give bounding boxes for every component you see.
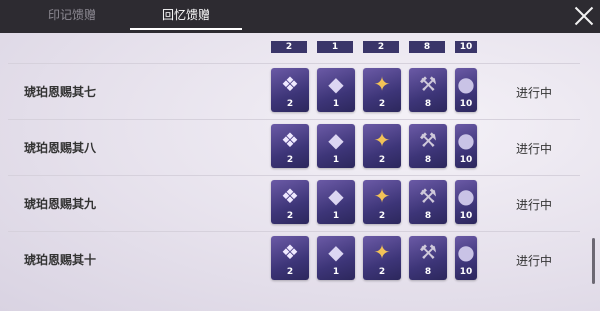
- reward-item[interactable]: ❖ 2: [271, 124, 309, 168]
- reward-item[interactable]: ● 10: [455, 124, 477, 168]
- crystal-gem-icon: ◆: [328, 128, 344, 152]
- item-count: 2: [378, 99, 386, 109]
- reward-item[interactable]: ✦ 2: [363, 180, 401, 224]
- gold-sparkle-icon: ✦: [373, 184, 391, 208]
- row-divider: [8, 63, 580, 64]
- status-label: 进行中: [516, 254, 553, 268]
- reward-item[interactable]: ⚒ 8: [409, 124, 447, 168]
- pickaxe-icon: ⚒: [419, 128, 437, 152]
- row-divider: [8, 175, 580, 176]
- reward-item[interactable]: ● 10: [455, 180, 477, 224]
- item-count: 10: [459, 99, 473, 109]
- reward-item[interactable]: ● 10: [455, 68, 477, 112]
- pickaxe-icon: ⚒: [419, 184, 437, 208]
- crystal-box-icon: ❖: [281, 240, 299, 264]
- item-count: 8: [424, 155, 432, 165]
- crystal-gem-icon: ◆: [328, 72, 344, 96]
- row-divider: [8, 231, 580, 232]
- reward-item[interactable]: ✦ 2: [363, 68, 401, 112]
- item-count: 8: [424, 99, 432, 109]
- crystal-gem-icon: ◆: [328, 240, 344, 264]
- orb-icon: ●: [457, 240, 475, 264]
- crystal-box-icon: ❖: [281, 128, 299, 152]
- status-label: 进行中: [516, 86, 553, 100]
- reward-row: 琥珀恩赐其八 ❖ 2 ◆ 1 ✦ 2 ⚒ 8 ● 10 进行中: [8, 119, 580, 175]
- gold-sparkle-icon: ✦: [373, 240, 391, 264]
- top-bar: 印记馈赠 回忆馈赠: [0, 0, 600, 33]
- scrollbar[interactable]: [592, 238, 595, 284]
- item-count: 8: [424, 211, 432, 221]
- item-count: 2: [271, 41, 307, 53]
- reward-item[interactable]: ◆ 1: [317, 68, 355, 112]
- reward-item[interactable]: ⚒ 8: [409, 68, 447, 112]
- reward-item[interactable]: ❖ 2: [271, 180, 309, 224]
- row-divider: [8, 119, 580, 120]
- item-count: 2: [286, 211, 294, 221]
- reward-item[interactable]: ✦ 2: [363, 236, 401, 280]
- item-count: 10: [459, 267, 473, 277]
- tab-imprint-gifts[interactable]: 印记馈赠: [14, 0, 130, 33]
- item-count: 10: [455, 41, 477, 53]
- orb-icon: ●: [457, 184, 475, 208]
- reward-item[interactable]: ⚒ 8: [409, 180, 447, 224]
- reward-row-title: 琥珀恩赐其七: [24, 85, 97, 99]
- pickaxe-icon: ⚒: [419, 72, 437, 96]
- crystal-gem-icon: ◆: [328, 184, 344, 208]
- reward-row-title: 琥珀恩赐其八: [24, 141, 97, 155]
- reward-row: 琥珀恩赐其十 ❖ 2 ◆ 1 ✦ 2 ⚒ 8 ● 10 进行中: [8, 231, 580, 287]
- reward-item[interactable]: ◆ 1: [317, 180, 355, 224]
- item-count: 2: [378, 267, 386, 277]
- reward-item[interactable]: ◆ 1: [317, 236, 355, 280]
- reward-item[interactable]: ⚒ 8: [409, 236, 447, 280]
- gold-sparkle-icon: ✦: [373, 72, 391, 96]
- reward-item[interactable]: ● 10: [455, 236, 477, 280]
- reward-item[interactable]: ❖ 2: [271, 68, 309, 112]
- reward-item[interactable]: ❖ 2: [271, 236, 309, 280]
- crystal-box-icon: ❖: [281, 184, 299, 208]
- item-count: 10: [459, 211, 473, 221]
- orb-icon: ●: [457, 72, 475, 96]
- item-count: 1: [317, 41, 353, 53]
- item-count: 2: [363, 41, 399, 53]
- item-count: 8: [424, 267, 432, 277]
- crystal-box-icon: ❖: [281, 72, 299, 96]
- item-count: 2: [286, 267, 294, 277]
- pickaxe-icon: ⚒: [419, 240, 437, 264]
- gold-sparkle-icon: ✦: [373, 128, 391, 152]
- reward-row: 琥珀恩赐其九 ❖ 2 ◆ 1 ✦ 2 ⚒ 8 ● 10 进行中: [8, 175, 580, 231]
- reward-item[interactable]: ✦ 2: [363, 124, 401, 168]
- item-count: 1: [332, 155, 340, 165]
- orb-icon: ●: [457, 128, 475, 152]
- reward-row: 琥珀恩赐其七 ❖ 2 ◆ 1 ✦ 2 ⚒ 8 ● 10 进行中: [8, 63, 580, 119]
- item-count: 2: [378, 155, 386, 165]
- status-label: 进行中: [516, 198, 553, 212]
- item-count: 2: [378, 211, 386, 221]
- item-count: 1: [332, 211, 340, 221]
- item-count: 1: [332, 99, 340, 109]
- reward-row-title: 琥珀恩赐其十: [24, 253, 97, 267]
- status-label: 进行中: [516, 142, 553, 156]
- active-tab-indicator: [130, 28, 242, 30]
- reward-list[interactable]: 2 1 2 8 10 琥珀恩赐其七 ❖ 2 ◆ 1 ✦ 2 ⚒ 8 ● 10 进行中 琥珀恩赐其八 ❖ 2 ◆…: [0, 33, 600, 311]
- item-count: 2: [286, 155, 294, 165]
- item-count: 10: [459, 155, 473, 165]
- close-icon[interactable]: [573, 5, 595, 27]
- reward-row-title: 琥珀恩赐其九: [24, 197, 97, 211]
- reward-item[interactable]: ◆ 1: [317, 124, 355, 168]
- item-count: 8: [409, 41, 445, 53]
- item-count: 1: [332, 267, 340, 277]
- item-count: 2: [286, 99, 294, 109]
